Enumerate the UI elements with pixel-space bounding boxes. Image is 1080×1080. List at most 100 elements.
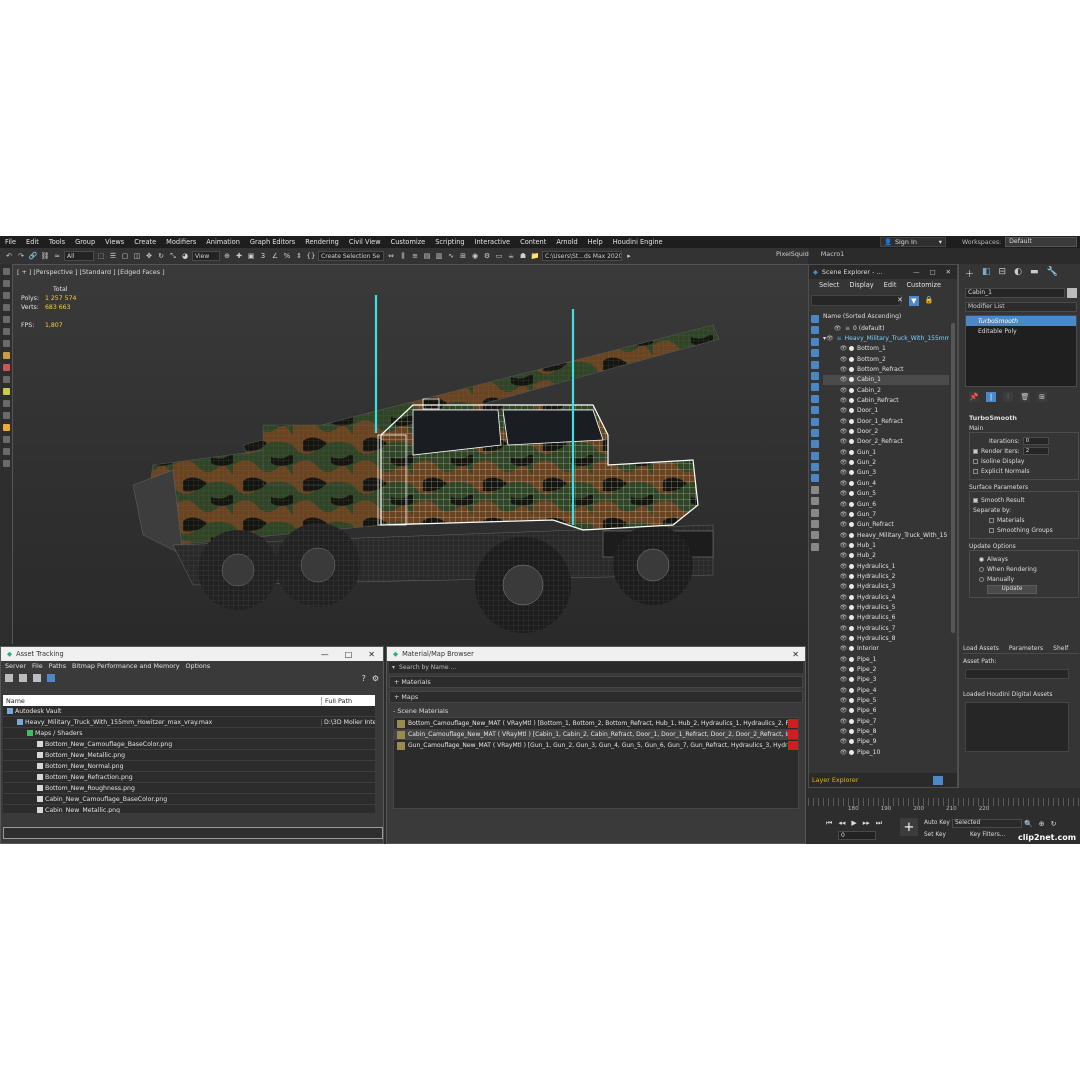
close-icon[interactable]: ✕ <box>792 650 805 659</box>
tree-item[interactable]: 👁 Hub_2 <box>823 551 949 561</box>
utilities-tab-icon[interactable]: 🔧 <box>1046 267 1057 277</box>
menu-item[interactable]: Modifiers <box>161 238 201 246</box>
menu-item[interactable]: Animation <box>201 238 245 246</box>
mirror-icon[interactable]: ⇔ <box>386 251 396 261</box>
menu-item[interactable]: Houdini Engine <box>608 238 668 246</box>
tree-item[interactable]: 👁 Gun_Refract <box>823 520 949 530</box>
orbit-icon[interactable]: ↻ <box>1051 820 1057 828</box>
material-editor-icon[interactable]: ◉ <box>470 251 480 261</box>
menu-item[interactable]: Arnold <box>551 238 582 246</box>
display-geometry-icon[interactable] <box>811 315 819 323</box>
eye-icon[interactable]: 👁 <box>839 666 848 673</box>
selected-dropdown[interactable]: Selected <box>952 819 1022 828</box>
table-row[interactable]: Bottom_New_Refraction.png <box>3 772 375 783</box>
settings-icon[interactable]: ⚙ <box>372 674 379 683</box>
light-bulb-icon[interactable] <box>2 388 10 395</box>
display-spacewarps-icon[interactable] <box>811 371 819 380</box>
display-icon[interactable] <box>2 448 10 455</box>
tree-item[interactable]: 👁 Gun_7 <box>823 509 949 519</box>
menu-item[interactable]: Help <box>583 238 608 246</box>
set-key-icon[interactable]: + <box>900 818 918 836</box>
tree-item[interactable]: 👁 Bottom_2 <box>823 354 949 364</box>
when-rendering-radio[interactable] <box>979 566 984 572</box>
display-invert-icon[interactable] <box>811 474 819 483</box>
menu-item[interactable]: Create <box>129 238 161 246</box>
eye-icon[interactable]: 👁 <box>839 583 848 590</box>
tree-item[interactable]: 👁 Bottom_Refract <box>823 364 949 374</box>
maximize-icon[interactable]: □ <box>345 650 353 659</box>
asset-tracking-titlebar[interactable]: ◆ Asset Tracking — □ ✕ <box>1 647 383 661</box>
eye-icon[interactable]: 👁 <box>839 697 848 704</box>
table-row[interactable]: Bottom_New_Normal.png <box>3 761 375 772</box>
children-icon[interactable] <box>811 497 819 506</box>
browse-icon[interactable]: ▸ <box>624 251 634 261</box>
maximize-icon[interactable]: □ <box>930 268 936 276</box>
dependents-icon[interactable] <box>811 508 819 517</box>
display-xrefs-icon[interactable] <box>811 394 819 403</box>
find-icon[interactable] <box>811 531 819 540</box>
eye-icon[interactable]: 👁 <box>839 542 848 549</box>
redo-icon[interactable]: ↷ <box>16 251 26 261</box>
asset-menu-item[interactable]: Options <box>186 662 211 670</box>
helpers-icon[interactable] <box>2 316 10 323</box>
material-browser-titlebar[interactable]: ◆ Material/Map Browser ✕ <box>387 647 805 661</box>
render-production-icon[interactable]: ☗ <box>518 251 528 261</box>
manually-radio[interactable] <box>979 576 984 582</box>
tree-item[interactable]: 👁 Pipe_5 <box>823 695 949 705</box>
set-key-button[interactable]: Set Key <box>924 832 946 838</box>
angle-snap-icon[interactable]: ∠ <box>270 251 280 261</box>
object-name-field[interactable]: Cabin_1 <box>965 288 1065 298</box>
material-row[interactable]: Gun_Camouflage_New_MAT ( VRayMtl ) [Gun_… <box>394 740 798 751</box>
menu-item[interactable]: Graph Editors <box>245 238 300 246</box>
tree-item[interactable]: 👁 Door_1 <box>823 406 949 416</box>
zoom-all-icon[interactable]: ⊕ <box>1039 820 1045 828</box>
menu-item[interactable]: Scripting <box>430 238 469 246</box>
menu-item[interactable]: Civil View <box>344 238 386 246</box>
asset-menu-item[interactable]: Bitmap Performance and Memory <box>72 662 179 670</box>
menu-item[interactable]: Interactive <box>470 238 516 246</box>
material-search-input[interactable]: ▾ Search by Name ... <box>389 662 803 673</box>
eye-icon[interactable]: 👁 <box>839 594 848 601</box>
eye-icon[interactable]: 👁 <box>839 573 848 580</box>
window-crossing-icon[interactable]: ◫ <box>132 251 142 261</box>
next-frame-icon[interactable]: ▸▸ <box>863 819 870 828</box>
close-icon[interactable]: ✕ <box>368 650 375 659</box>
tree-item[interactable]: 👁 Pipe_6 <box>823 706 949 716</box>
materials-section[interactable]: + Materials <box>389 676 803 688</box>
update-button[interactable]: Update <box>987 584 1037 594</box>
eye-icon[interactable]: 👁 <box>839 501 848 508</box>
layer-toggle-icon[interactable] <box>933 775 943 785</box>
go-to-end-icon[interactable]: ⏭ <box>876 819 882 828</box>
scale-icon[interactable]: ⤡ <box>168 251 178 261</box>
eye-icon[interactable]: 👁 <box>839 366 848 373</box>
eye-icon[interactable]: 👁 <box>839 459 848 466</box>
make-unique-icon[interactable]: ⫶ <box>1003 392 1013 402</box>
spinner-snap-icon[interactable]: ⇕ <box>294 251 304 261</box>
tree-item[interactable]: 👁 Cabin_2 <box>823 385 949 395</box>
lock-icon[interactable]: 🔒 <box>925 296 934 306</box>
eye-icon[interactable]: 👁 <box>839 656 848 663</box>
asset-menu-item[interactable]: File <box>32 662 43 670</box>
minimize-icon[interactable]: — <box>913 268 919 276</box>
tree-item[interactable]: 👁 Pipe_3 <box>823 675 949 685</box>
eye-icon[interactable]: 👁 <box>839 376 848 383</box>
refresh-icon[interactable] <box>5 674 13 682</box>
display-groups-icon[interactable] <box>811 383 819 392</box>
shapes-icon[interactable] <box>2 280 10 287</box>
eye-icon[interactable]: 👁 <box>839 738 848 745</box>
filter-toggle-icon[interactable] <box>811 520 819 529</box>
loaded-assets-list[interactable] <box>965 702 1069 752</box>
object-color-swatch[interactable] <box>1067 288 1077 298</box>
eye-icon[interactable]: 👁 <box>839 625 848 632</box>
tree-item[interactable]: 👁 Gun_1 <box>823 447 949 457</box>
tree-item[interactable]: 👁 Hydraulics_2 <box>823 571 949 581</box>
named-selection-set-dropdown[interactable]: Create Selection Se <box>318 251 384 261</box>
eye-icon[interactable]: 👁 <box>839 397 848 404</box>
rollout-title[interactable]: TurboSmooth <box>969 414 1079 422</box>
table-row[interactable]: Cabin_New_Metallic.png <box>3 805 375 813</box>
previous-frame-icon[interactable]: ◂◂ <box>838 819 845 828</box>
eye-icon[interactable]: 👁 <box>839 449 848 456</box>
hierarchy-tab-icon[interactable]: ⊟ <box>999 267 1007 277</box>
modify-tab-icon[interactable]: ◧ <box>982 267 991 277</box>
key-filters-button[interactable]: Key Filters... <box>970 832 1005 838</box>
